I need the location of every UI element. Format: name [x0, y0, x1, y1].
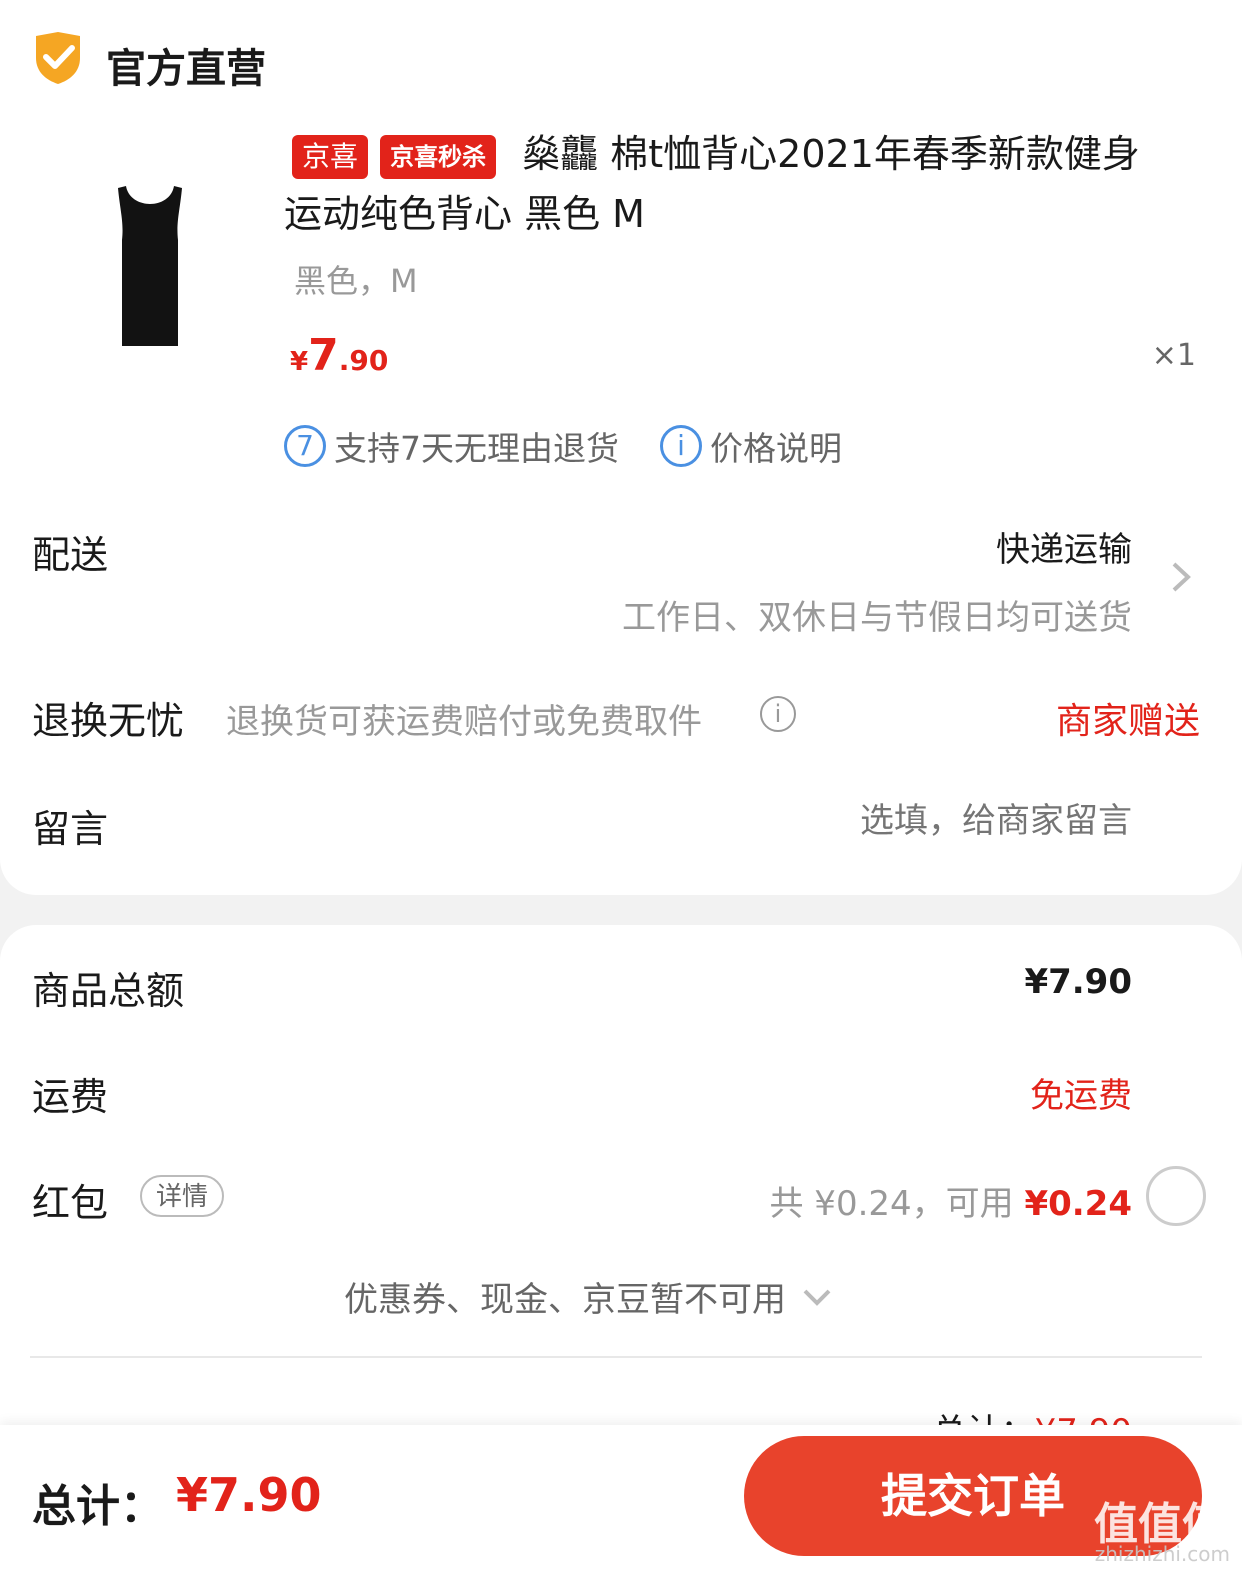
redpacket-total: 共 ¥0.24，可用 — [769, 1184, 1025, 1224]
divider — [30, 1356, 1202, 1358]
product-title-line1[interactable]: 京喜 京喜秒杀 燊龘 棉t恤背心2021年春季新款健身 — [292, 128, 1140, 180]
returns-label: 退换无忧 — [32, 699, 185, 743]
product-image[interactable] — [60, 170, 240, 360]
product-title-line2[interactable]: 运动纯色背心 黑色 M — [284, 190, 645, 238]
info-icon[interactable]: i — [760, 696, 796, 732]
chevron-right-icon[interactable] — [1170, 560, 1194, 594]
redpacket-label: 红包 — [32, 1181, 109, 1225]
redpacket-available: ¥0.24 — [1024, 1184, 1132, 1224]
product-price: ¥7.90 — [290, 330, 388, 381]
product-quantity: ×1 — [1151, 338, 1196, 373]
unavailable-toggle[interactable]: 优惠券、现金、京豆暂不可用 — [344, 1272, 832, 1321]
shop-title: 官方直营 — [106, 46, 266, 92]
message-input[interactable] — [532, 796, 1132, 846]
shipping-value: 免运费 — [1030, 1076, 1132, 1116]
unavailable-text: 优惠券、现金、京豆暂不可用 — [344, 1280, 786, 1320]
product-title-text1: 燊龘 棉t恤背心2021年春季新款健身 — [522, 132, 1140, 176]
delivery-label: 配送 — [32, 533, 109, 577]
shipping-label: 运费 — [32, 1075, 109, 1119]
price-decimal: .90 — [338, 344, 389, 377]
goods-total-label: 商品总额 — [32, 969, 185, 1013]
shield-check-icon — [36, 32, 80, 84]
goods-total-value: ¥7.90 — [1024, 962, 1132, 1002]
total-value: ¥7.90 — [176, 1468, 322, 1522]
watermark-url: zhizhizhi.com — [1094, 1542, 1230, 1566]
info-icon: i — [660, 425, 702, 467]
price-symbol: ¥ — [290, 347, 309, 377]
returns-desc: 退换货可获运费赔付或免费取件 — [226, 702, 702, 742]
returns-badge: 商家赠送 — [1055, 701, 1200, 742]
service-7day-return[interactable]: 7 支持7天无理由退货 — [284, 422, 619, 470]
tag-jingxi-flash: 京喜秒杀 — [380, 134, 497, 179]
service-label: 支持7天无理由退货 — [334, 429, 619, 468]
chevron-down-icon — [803, 1289, 831, 1306]
delivery-method[interactable]: 快递运输 — [996, 522, 1132, 571]
service-label: 价格说明 — [710, 429, 842, 468]
price-int: 7 — [308, 330, 339, 381]
redpacket-amount: 共 ¥0.24，可用 ¥0.24 — [770, 1176, 1133, 1225]
total-label: 总计： — [32, 1481, 164, 1532]
service-price-info[interactable]: i 价格说明 — [660, 422, 842, 470]
message-label: 留言 — [32, 807, 109, 851]
seven-day-icon: 7 — [284, 425, 326, 467]
redpacket-radio[interactable] — [1146, 1166, 1206, 1226]
tag-jingxi: 京喜 — [292, 134, 369, 179]
delivery-note: 工作日、双休日与节假日均可送货 — [622, 598, 1132, 638]
redpacket-detail-button[interactable]: 详情 — [140, 1175, 225, 1217]
product-spec: 黑色，M — [294, 262, 418, 300]
